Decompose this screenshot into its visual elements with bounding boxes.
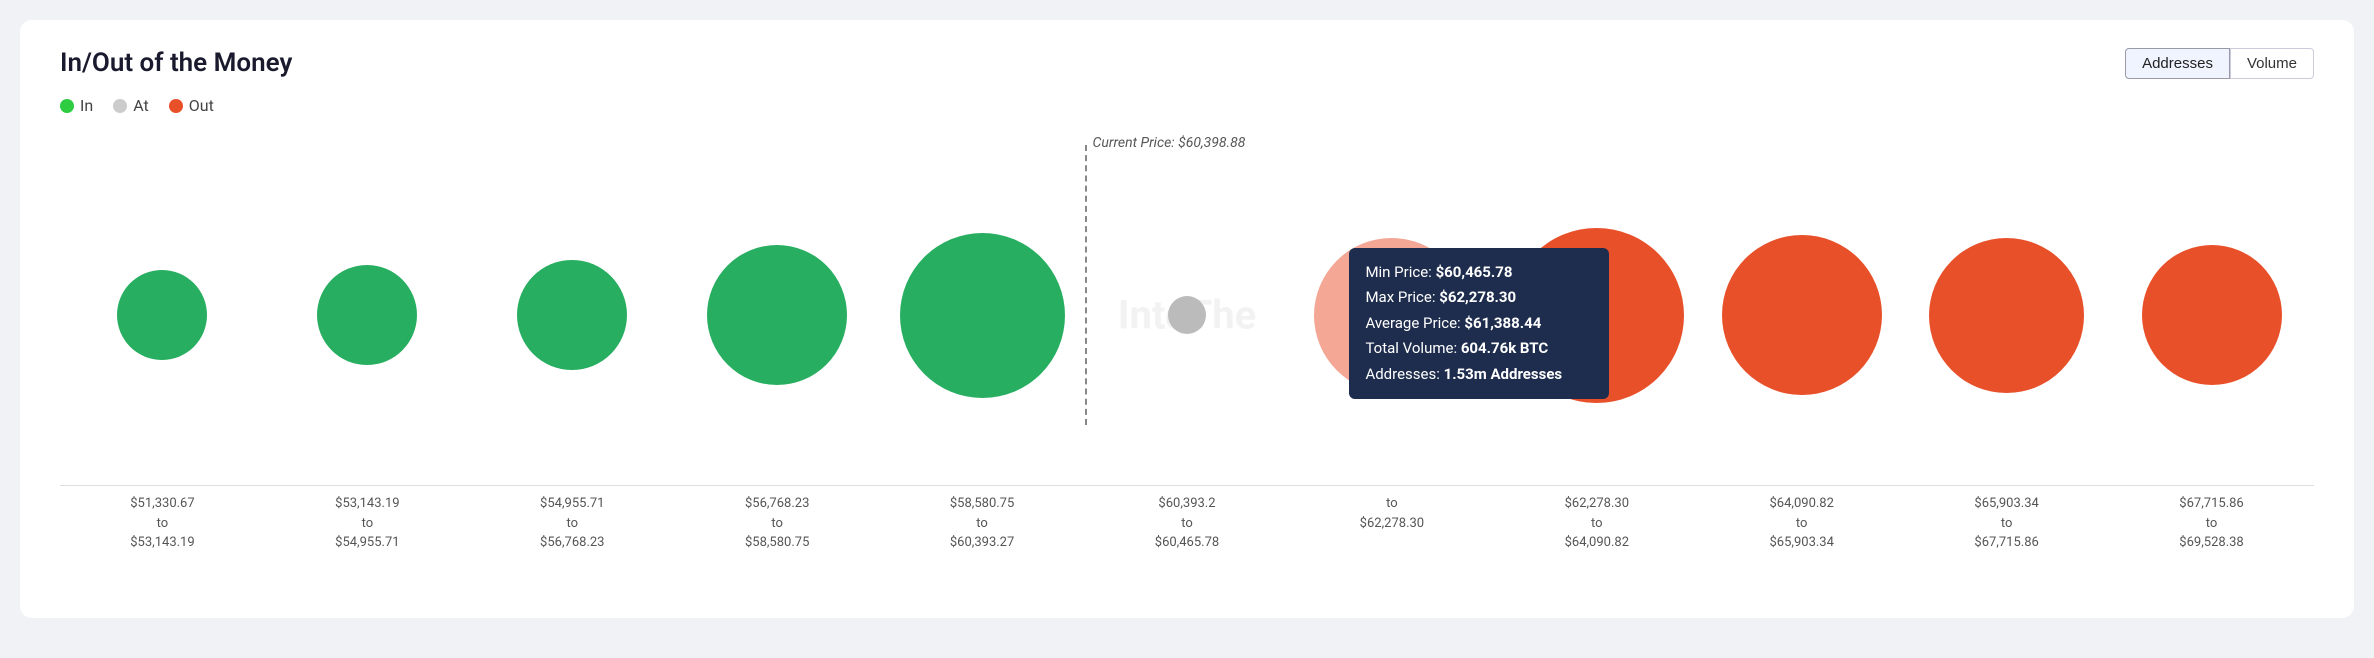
x-label-4-to: $60,393.27 [880, 533, 1085, 553]
x-label-2-to-word: to [470, 514, 675, 534]
x-label-9-to-word: to [1904, 514, 2109, 534]
bubble-col-9 [1904, 238, 2109, 393]
tooltip-addr-label: Addresses: [1365, 365, 1439, 383]
tooltip-volume: Total Volume: 604.76k BTC [1365, 336, 1593, 362]
legend-in: In [60, 96, 93, 115]
legend-at: At [113, 96, 149, 115]
x-label-8-to-word: to [1699, 514, 1904, 534]
x-label-7: $62,278.30 to $64,090.82 [1494, 494, 1699, 553]
x-label-7-to-word: to [1494, 514, 1699, 534]
x-label-2-from: $54,955.71 [470, 494, 675, 514]
x-label-0: $51,330.67 to $53,143.19 [60, 494, 265, 553]
tooltip-addresses: Addresses: 1.53m Addresses [1365, 362, 1593, 388]
bubble-8 [1722, 235, 1882, 395]
tooltip-max-label: Max Price: [1365, 288, 1435, 306]
bubble-4 [900, 233, 1065, 398]
tooltip-min-price: Min Price: $60,465.78 [1365, 260, 1593, 286]
x-label-1-to-word: to [265, 514, 470, 534]
tooltip-addr-value: 1.53m Addresses [1444, 365, 1563, 383]
legend-out-label: Out [189, 96, 214, 115]
tooltip-min-label: Min Price: [1365, 263, 1431, 281]
x-label-8-from: $64,090.82 [1699, 494, 1904, 514]
bubble-col-2 [470, 260, 675, 370]
x-label-10: $67,715.86 to $69,528.38 [2109, 494, 2314, 553]
tooltip-avg-value: $61,388.44 [1464, 314, 1541, 332]
bubble-10 [2142, 245, 2282, 385]
bubble-col-10 [2109, 245, 2314, 385]
x-label-9-to: $67,715.86 [1904, 533, 2109, 553]
chart-container: In/Out of the Money In At Out Addresses … [20, 20, 2354, 618]
bubble-3 [707, 245, 847, 385]
x-label-10-to: $69,528.38 [2109, 533, 2314, 553]
x-label-10-from: $67,715.86 [2109, 494, 2314, 514]
bubble-0 [117, 270, 207, 360]
legend: In At Out [60, 96, 2314, 115]
legend-at-label: At [133, 96, 149, 115]
x-label-6-to-word: to [1289, 494, 1494, 514]
legend-in-label: In [80, 96, 93, 115]
x-label-1-from: $53,143.19 [265, 494, 470, 514]
axis-line [60, 485, 2314, 486]
x-label-8: $64,090.82 to $65,903.34 [1699, 494, 1904, 553]
tooltip-max-price: Max Price: $62,278.30 [1365, 285, 1593, 311]
current-price-label: Current Price: $60,398.88 [1093, 135, 1246, 151]
x-label-9-from: $65,903.34 [1904, 494, 2109, 514]
x-label-2-to: $56,768.23 [470, 533, 675, 553]
tooltip-vol-label: Total Volume: [1365, 339, 1457, 357]
x-label-8-to: $65,903.34 [1699, 533, 1904, 553]
bubbles-area: IntoThe Current Price: $60,398.88 [60, 145, 2314, 485]
bubble-col-3 [675, 245, 880, 385]
x-label-9: $65,903.34 to $67,715.86 [1904, 494, 2109, 553]
x-label-0-from: $51,330.67 [60, 494, 265, 514]
x-label-6: to $62,278.30 [1289, 494, 1494, 553]
current-price-line: Current Price: $60,398.88 [1085, 145, 1087, 425]
x-label-7-from: $62,278.30 [1494, 494, 1699, 514]
x-label-7-to: $64,090.82 [1494, 533, 1699, 553]
bubble-col-5 [1085, 296, 1290, 334]
x-label-4: $58,580.75 to $60,393.27 [880, 494, 1085, 553]
x-label-0-to-word: to [60, 514, 265, 534]
volume-button[interactable]: Volume [2230, 48, 2314, 79]
x-label-3-from: $56,768.23 [675, 494, 880, 514]
bubble-1 [317, 265, 417, 365]
x-label-1-to: $54,955.71 [265, 533, 470, 553]
x-label-4-to-word: to [880, 514, 1085, 534]
bubble-col-6: Min Price: $60,465.78 Max Price: $62,278… [1289, 238, 1494, 393]
tooltip-max-value: $62,278.30 [1439, 288, 1516, 306]
x-label-3-to-word: to [675, 514, 880, 534]
x-label-10-to-word: to [2109, 514, 2314, 534]
x-label-5-to-word: to [1085, 514, 1290, 534]
x-label-5: $60,393.2 to $60,465.78 [1085, 494, 1290, 553]
tooltip-avg-price: Average Price: $61,388.44 [1365, 311, 1593, 337]
legend-out-dot [169, 99, 183, 113]
tooltip-vol-value: 604.76k BTC [1461, 339, 1548, 357]
x-label-3-to: $58,580.75 [675, 533, 880, 553]
chart-title: In/Out of the Money [60, 48, 2314, 78]
bubbles-row: Min Price: $60,465.78 Max Price: $62,278… [60, 228, 2314, 403]
legend-out: Out [169, 96, 214, 115]
tooltip-avg-label: Average Price: [1365, 314, 1460, 332]
bubble-2 [517, 260, 627, 370]
bubble-col-8 [1699, 235, 1904, 395]
bubble-5 [1168, 296, 1206, 334]
x-label-3: $56,768.23 to $58,580.75 [675, 494, 880, 553]
x-label-0-to: $53,143.19 [60, 533, 265, 553]
x-label-2: $54,955.71 to $56,768.23 [470, 494, 675, 553]
x-label-6-to: $62,278.30 [1289, 514, 1494, 534]
x-label-5-from: $60,393.2 [1085, 494, 1290, 514]
bubble-col-1 [265, 265, 470, 365]
view-toggle: Addresses Volume [2125, 48, 2314, 79]
x-label-5-to: $60,465.78 [1085, 533, 1290, 553]
x-label-4-from: $58,580.75 [880, 494, 1085, 514]
bubble-9 [1929, 238, 2084, 393]
x-label-1: $53,143.19 to $54,955.71 [265, 494, 470, 553]
legend-at-dot [113, 99, 127, 113]
addresses-button[interactable]: Addresses [2125, 48, 2230, 79]
bubble-col-4 [880, 233, 1085, 398]
x-labels: $51,330.67 to $53,143.19 $53,143.19 to $… [60, 494, 2314, 553]
legend-in-dot [60, 99, 74, 113]
bubble-col-0 [60, 270, 265, 360]
tooltip: Min Price: $60,465.78 Max Price: $62,278… [1349, 248, 1609, 400]
tooltip-min-value: $60,465.78 [1436, 263, 1513, 281]
